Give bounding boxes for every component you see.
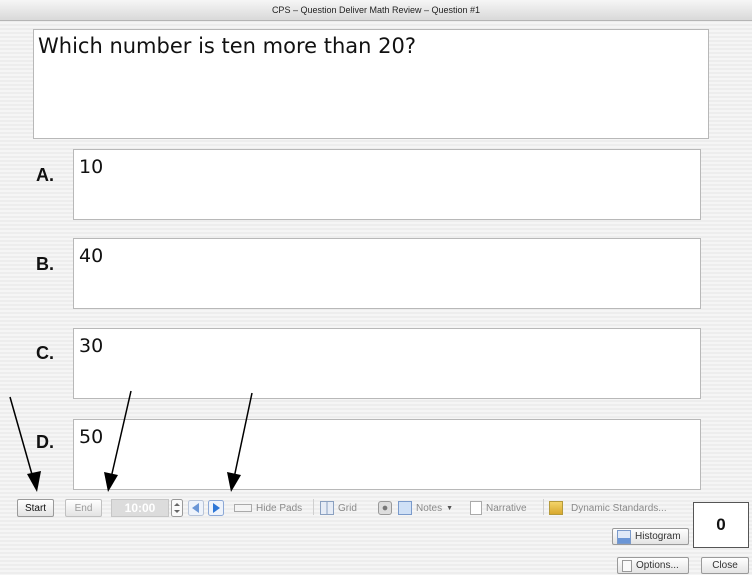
camera-icon bbox=[378, 501, 392, 515]
answer-letter-a: A. bbox=[36, 165, 54, 185]
question-box: Which number is ten more than 20? bbox=[33, 29, 709, 139]
narrative-button[interactable]: Narrative bbox=[470, 499, 527, 517]
histogram-label: Histogram bbox=[635, 531, 681, 542]
standards-icon bbox=[549, 501, 563, 515]
next-question-button[interactable] bbox=[208, 499, 224, 517]
notes-icon bbox=[398, 501, 412, 515]
answer-letter-d: D. bbox=[36, 432, 54, 452]
stepper-arrows-icon bbox=[171, 499, 183, 517]
answer-text-d: 50 bbox=[79, 426, 104, 448]
answer-box-b[interactable]: 40 bbox=[73, 238, 701, 309]
close-button[interactable]: Close bbox=[701, 557, 749, 574]
histogram-icon bbox=[617, 529, 631, 544]
response-count: 0 bbox=[693, 502, 749, 548]
answer-letter-b: B. bbox=[36, 254, 54, 274]
answer-text-a: 10 bbox=[79, 156, 104, 178]
toolbar-divider bbox=[313, 499, 314, 515]
previous-question-button[interactable] bbox=[188, 499, 204, 517]
dynamic-standards-button[interactable]: Dynamic Standards... bbox=[549, 499, 667, 517]
camera-button[interactable] bbox=[378, 499, 396, 517]
answer-text-b: 40 bbox=[79, 245, 104, 267]
end-button[interactable]: End bbox=[65, 499, 102, 517]
notes-button[interactable]: Notes ▼ bbox=[398, 499, 453, 517]
grid-icon bbox=[320, 501, 334, 515]
arrow-head-start bbox=[27, 471, 41, 492]
toolbar-divider-2 bbox=[543, 499, 544, 515]
keypad-icon bbox=[234, 504, 252, 512]
hide-pads-button[interactable]: Hide Pads bbox=[234, 499, 302, 517]
answer-box-a[interactable]: 10 bbox=[73, 149, 701, 220]
timer-stepper[interactable] bbox=[171, 499, 183, 517]
histogram-button[interactable]: Histogram bbox=[612, 528, 689, 545]
left-arrow-icon bbox=[188, 500, 204, 516]
question-text: Which number is ten more than 20? bbox=[38, 34, 416, 58]
hide-pads-label: Hide Pads bbox=[256, 502, 303, 514]
options-button[interactable]: Options... bbox=[617, 557, 689, 574]
dynamic-standards-label: Dynamic Standards... bbox=[571, 502, 667, 514]
options-label: Options... bbox=[636, 560, 679, 571]
start-button[interactable]: Start bbox=[17, 499, 54, 517]
answer-box-d[interactable]: 50 bbox=[73, 419, 701, 490]
notes-label: Notes bbox=[416, 502, 443, 514]
window-title: CPS – Question Deliver Math Review – Que… bbox=[0, 0, 752, 21]
answer-text-c: 30 bbox=[79, 335, 104, 357]
options-icon bbox=[622, 559, 632, 572]
answer-box-c[interactable]: 30 bbox=[73, 328, 701, 399]
answer-letter-c: C. bbox=[36, 343, 54, 363]
grid-button[interactable]: Grid bbox=[320, 499, 357, 517]
notes-dropdown-icon: ▼ bbox=[446, 504, 454, 512]
grid-label: Grid bbox=[338, 502, 357, 514]
timer-field[interactable]: 10:00 bbox=[111, 499, 169, 517]
right-arrow-icon bbox=[208, 500, 224, 516]
document-icon bbox=[470, 501, 482, 515]
narrative-label: Narrative bbox=[486, 502, 527, 514]
